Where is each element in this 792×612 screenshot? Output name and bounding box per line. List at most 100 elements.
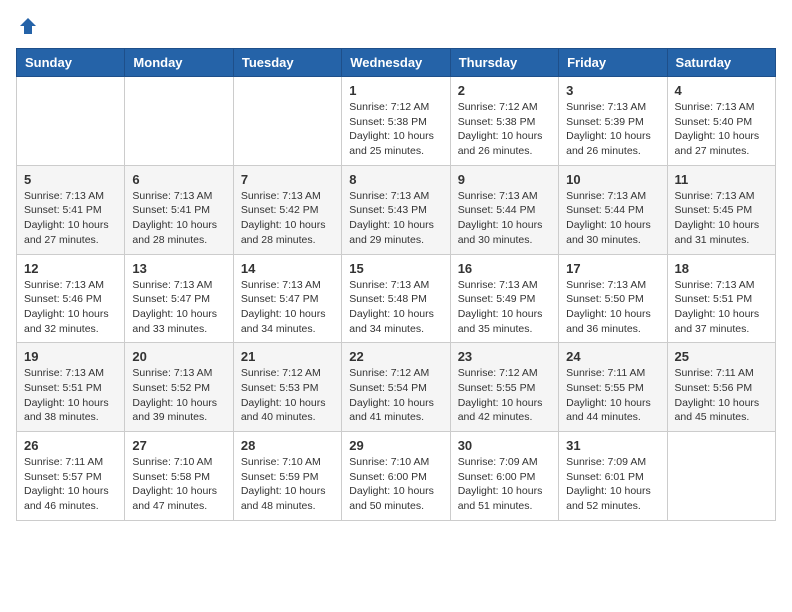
calendar-cell: 31 Sunrise: 7:09 AM Sunset: 6:01 PM Dayli… — [559, 432, 667, 521]
day-number: 21 — [241, 349, 334, 364]
day-number: 19 — [24, 349, 117, 364]
weekday-header-wednesday: Wednesday — [342, 49, 450, 77]
day-number: 17 — [566, 261, 659, 276]
day-info: Sunrise: 7:10 AM Sunset: 5:59 PM Dayligh… — [241, 455, 334, 514]
calendar-week-row: 5 Sunrise: 7:13 AM Sunset: 5:41 PM Daylig… — [17, 165, 776, 254]
calendar-cell: 20 Sunrise: 7:13 AM Sunset: 5:52 PM Dayli… — [125, 343, 233, 432]
day-info: Sunrise: 7:13 AM Sunset: 5:52 PM Dayligh… — [132, 366, 225, 425]
day-info: Sunrise: 7:13 AM Sunset: 5:46 PM Dayligh… — [24, 278, 117, 337]
calendar-cell — [125, 77, 233, 166]
day-info: Sunrise: 7:09 AM Sunset: 6:01 PM Dayligh… — [566, 455, 659, 514]
day-number: 10 — [566, 172, 659, 187]
day-info: Sunrise: 7:13 AM Sunset: 5:43 PM Dayligh… — [349, 189, 442, 248]
weekday-header-monday: Monday — [125, 49, 233, 77]
weekday-header-row: SundayMondayTuesdayWednesdayThursdayFrid… — [17, 49, 776, 77]
calendar-cell: 22 Sunrise: 7:12 AM Sunset: 5:54 PM Dayli… — [342, 343, 450, 432]
weekday-header-tuesday: Tuesday — [233, 49, 341, 77]
calendar-cell: 23 Sunrise: 7:12 AM Sunset: 5:55 PM Dayli… — [450, 343, 558, 432]
day-number: 11 — [675, 172, 768, 187]
page-header — [16, 16, 776, 36]
day-number: 25 — [675, 349, 768, 364]
day-number: 28 — [241, 438, 334, 453]
day-number: 3 — [566, 83, 659, 98]
calendar-cell: 26Sunrise: 7:11 AM Sunset: 5:57 PM Dayli… — [17, 432, 125, 521]
weekday-header-saturday: Saturday — [667, 49, 775, 77]
day-info: Sunrise: 7:12 AM Sunset: 5:55 PM Dayligh… — [458, 366, 551, 425]
day-number: 1 — [349, 83, 442, 98]
day-number: 30 — [458, 438, 551, 453]
calendar-week-row: 1 Sunrise: 7:12 AM Sunset: 5:38 PM Daylig… — [17, 77, 776, 166]
day-info: Sunrise: 7:13 AM Sunset: 5:47 PM Dayligh… — [132, 278, 225, 337]
calendar-cell: 19 Sunrise: 7:13 AM Sunset: 5:51 PM Dayli… — [17, 343, 125, 432]
calendar-cell: 16 Sunrise: 7:13 AM Sunset: 5:49 PM Dayli… — [450, 254, 558, 343]
day-info: Sunrise: 7:10 AM Sunset: 6:00 PM Dayligh… — [349, 455, 442, 514]
day-number: 15 — [349, 261, 442, 276]
calendar-cell: 7 Sunrise: 7:13 AM Sunset: 5:42 PM Daylig… — [233, 165, 341, 254]
day-number: 22 — [349, 349, 442, 364]
calendar-cell: 1 Sunrise: 7:12 AM Sunset: 5:38 PM Daylig… — [342, 77, 450, 166]
day-number: 20 — [132, 349, 225, 364]
calendar-cell — [667, 432, 775, 521]
calendar-cell: 11 Sunrise: 7:13 AM Sunset: 5:45 PM Dayli… — [667, 165, 775, 254]
day-info: Sunrise: 7:11 AM Sunset: 5:56 PM Dayligh… — [675, 366, 768, 425]
day-number: 7 — [241, 172, 334, 187]
day-info: Sunrise: 7:13 AM Sunset: 5:41 PM Dayligh… — [24, 189, 117, 248]
calendar-cell: 15Sunrise: 7:13 AM Sunset: 5:48 PM Dayli… — [342, 254, 450, 343]
day-number: 14 — [241, 261, 334, 276]
day-info: Sunrise: 7:10 AM Sunset: 5:58 PM Dayligh… — [132, 455, 225, 514]
calendar-cell — [17, 77, 125, 166]
day-number: 2 — [458, 83, 551, 98]
day-info: Sunrise: 7:12 AM Sunset: 5:54 PM Dayligh… — [349, 366, 442, 425]
calendar-cell — [233, 77, 341, 166]
calendar-cell: 9Sunrise: 7:13 AM Sunset: 5:44 PM Daylig… — [450, 165, 558, 254]
day-info: Sunrise: 7:11 AM Sunset: 5:57 PM Dayligh… — [24, 455, 117, 514]
day-number: 8 — [349, 172, 442, 187]
calendar-cell: 24 Sunrise: 7:11 AM Sunset: 5:55 PM Dayli… — [559, 343, 667, 432]
day-number: 18 — [675, 261, 768, 276]
day-info: Sunrise: 7:13 AM Sunset: 5:45 PM Dayligh… — [675, 189, 768, 248]
day-info: Sunrise: 7:12 AM Sunset: 5:38 PM Dayligh… — [349, 100, 442, 159]
calendar-cell: 2 Sunrise: 7:12 AM Sunset: 5:38 PM Daylig… — [450, 77, 558, 166]
calendar-cell: 21Sunrise: 7:12 AM Sunset: 5:53 PM Dayli… — [233, 343, 341, 432]
day-info: Sunrise: 7:13 AM Sunset: 5:49 PM Dayligh… — [458, 278, 551, 337]
day-number: 29 — [349, 438, 442, 453]
calendar-cell: 29 Sunrise: 7:10 AM Sunset: 6:00 PM Dayli… — [342, 432, 450, 521]
calendar-table: SundayMondayTuesdayWednesdayThursdayFrid… — [16, 48, 776, 521]
day-number: 23 — [458, 349, 551, 364]
day-info: Sunrise: 7:13 AM Sunset: 5:39 PM Dayligh… — [566, 100, 659, 159]
day-number: 24 — [566, 349, 659, 364]
day-info: Sunrise: 7:13 AM Sunset: 5:40 PM Dayligh… — [675, 100, 768, 159]
calendar-cell: 27Sunrise: 7:10 AM Sunset: 5:58 PM Dayli… — [125, 432, 233, 521]
calendar-cell: 3 Sunrise: 7:13 AM Sunset: 5:39 PM Daylig… — [559, 77, 667, 166]
day-number: 31 — [566, 438, 659, 453]
weekday-header-friday: Friday — [559, 49, 667, 77]
day-info: Sunrise: 7:09 AM Sunset: 6:00 PM Dayligh… — [458, 455, 551, 514]
calendar-week-row: 26Sunrise: 7:11 AM Sunset: 5:57 PM Dayli… — [17, 432, 776, 521]
calendar-cell: 28 Sunrise: 7:10 AM Sunset: 5:59 PM Dayli… — [233, 432, 341, 521]
calendar-cell: 30 Sunrise: 7:09 AM Sunset: 6:00 PM Dayli… — [450, 432, 558, 521]
day-number: 13 — [132, 261, 225, 276]
calendar-cell: 12Sunrise: 7:13 AM Sunset: 5:46 PM Dayli… — [17, 254, 125, 343]
day-info: Sunrise: 7:13 AM Sunset: 5:47 PM Dayligh… — [241, 278, 334, 337]
day-info: Sunrise: 7:13 AM Sunset: 5:42 PM Dayligh… — [241, 189, 334, 248]
day-info: Sunrise: 7:13 AM Sunset: 5:51 PM Dayligh… — [24, 366, 117, 425]
day-info: Sunrise: 7:13 AM Sunset: 5:41 PM Dayligh… — [132, 189, 225, 248]
logo-icon — [18, 16, 38, 36]
day-info: Sunrise: 7:11 AM Sunset: 5:55 PM Dayligh… — [566, 366, 659, 425]
calendar-cell: 6Sunrise: 7:13 AM Sunset: 5:41 PM Daylig… — [125, 165, 233, 254]
calendar-cell: 14 Sunrise: 7:13 AM Sunset: 5:47 PM Dayli… — [233, 254, 341, 343]
calendar-week-row: 19 Sunrise: 7:13 AM Sunset: 5:51 PM Dayli… — [17, 343, 776, 432]
day-number: 4 — [675, 83, 768, 98]
calendar-cell: 4 Sunrise: 7:13 AM Sunset: 5:40 PM Daylig… — [667, 77, 775, 166]
day-info: Sunrise: 7:12 AM Sunset: 5:38 PM Dayligh… — [458, 100, 551, 159]
weekday-header-thursday: Thursday — [450, 49, 558, 77]
calendar-cell: 13 Sunrise: 7:13 AM Sunset: 5:47 PM Dayli… — [125, 254, 233, 343]
day-info: Sunrise: 7:13 AM Sunset: 5:44 PM Dayligh… — [458, 189, 551, 248]
day-number: 16 — [458, 261, 551, 276]
calendar-cell: 10 Sunrise: 7:13 AM Sunset: 5:44 PM Dayli… — [559, 165, 667, 254]
day-info: Sunrise: 7:13 AM Sunset: 5:44 PM Dayligh… — [566, 189, 659, 248]
calendar-week-row: 12Sunrise: 7:13 AM Sunset: 5:46 PM Dayli… — [17, 254, 776, 343]
calendar-cell: 8 Sunrise: 7:13 AM Sunset: 5:43 PM Daylig… — [342, 165, 450, 254]
calendar-cell: 25 Sunrise: 7:11 AM Sunset: 5:56 PM Dayli… — [667, 343, 775, 432]
day-number: 5 — [24, 172, 117, 187]
